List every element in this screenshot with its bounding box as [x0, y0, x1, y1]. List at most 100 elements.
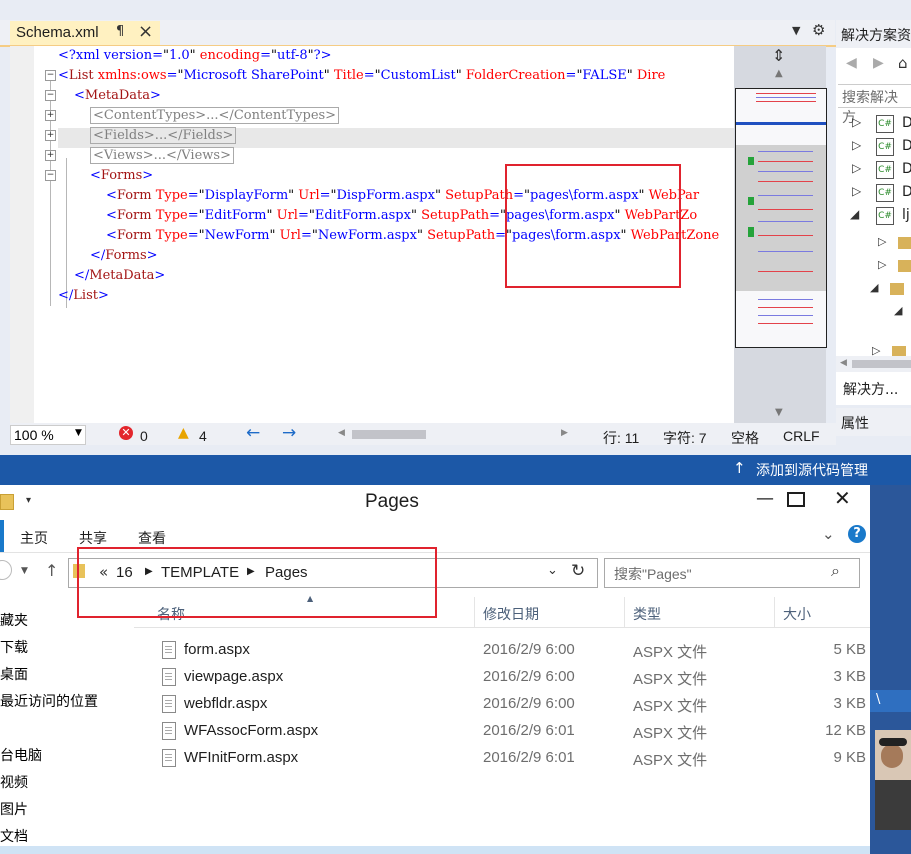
code-line: <MetaData>: [74, 86, 161, 106]
file-icon: [162, 668, 176, 686]
explorer-title-bar: ▾ Pages — ✕: [0, 485, 870, 520]
code-token: FolderCreation: [465, 68, 566, 83]
back-icon[interactable]: ◀: [846, 55, 857, 71]
scroll-right-icon[interactable]: ▶: [561, 428, 568, 438]
recent-dropdown-icon[interactable]: ▼: [21, 566, 28, 576]
source-control-button[interactable]: 添加到源代码管理: [756, 460, 868, 480]
code-token: MetaData: [84, 88, 151, 103]
up-arrow-icon[interactable]: ↑: [45, 561, 58, 580]
expand-icon[interactable]: +: [45, 130, 56, 141]
code-token: FALSE: [582, 68, 627, 83]
expand-icon[interactable]: +: [45, 110, 56, 121]
code-token: DispForm.aspx: [336, 188, 435, 203]
collapsed-region[interactable]: <Views>...</Views>: [90, 147, 234, 164]
scroll-down-icon[interactable]: ▼: [775, 407, 783, 418]
solution-search[interactable]: 搜索解决方: [838, 84, 911, 126]
solution-tab[interactable]: 解决方...: [836, 376, 911, 400]
error-count: 0: [140, 428, 148, 444]
column-type[interactable]: 类型: [633, 604, 661, 624]
nav-item[interactable]: 下载: [0, 637, 28, 657]
file-row[interactable]: WFAssocForm.aspx 2016/2/9 6:01 ASPX 文件 12 K…: [134, 718, 870, 745]
file-type: ASPX 文件: [633, 671, 708, 688]
search-input[interactable]: 搜索"Pages" ⌕: [604, 558, 860, 588]
collapsed-region[interactable]: <Fields>...</Fields>: [90, 127, 237, 144]
split-icon[interactable]: ⇕: [772, 46, 785, 65]
nav-item[interactable]: 最近访问的位置: [0, 691, 98, 711]
nav-item[interactable]: 图片: [0, 799, 28, 819]
forward-icon[interactable]: ▶: [873, 55, 884, 71]
nav-item[interactable]: 视频: [0, 772, 28, 792]
file-row[interactable]: viewpage.aspx 2016/2/9 6:00 ASPX 文件 3 KB: [134, 664, 870, 691]
line-ending-indicator[interactable]: CRLF: [783, 428, 820, 444]
scroll-left-icon[interactable]: ◀: [840, 358, 847, 368]
file-row[interactable]: WFInitForm.aspx 2016/2/9 6:01 ASPX 文件 9 KB: [134, 745, 870, 772]
pin-icon[interactable]: ¶: [116, 24, 124, 39]
scroll-up-icon[interactable]: ▲: [775, 68, 783, 79]
ribbon-tab-0[interactable]: 主页: [20, 528, 48, 548]
code-token: List: [68, 68, 98, 83]
map-viewport[interactable]: [735, 88, 827, 348]
quick-access-dropdown-icon[interactable]: ▾: [26, 495, 31, 506]
expand-icon[interactable]: ▷: [852, 161, 861, 175]
code-token: =: [187, 188, 199, 203]
code-token: ": [416, 228, 428, 243]
whitespace-indicator[interactable]: 空格: [731, 428, 759, 448]
refresh-icon[interactable]: ↻: [571, 561, 585, 581]
expand-icon[interactable]: ▷: [852, 115, 861, 129]
file-size: 12 KB: [825, 722, 866, 739]
collapsed-region[interactable]: <ContentTypes>...</ContentTypes>: [90, 107, 340, 124]
nav-item[interactable]: 桌面: [0, 664, 28, 684]
nav-item[interactable]: 藏夹: [0, 610, 28, 630]
file-tab-edge[interactable]: [0, 520, 4, 552]
gear-icon[interactable]: ⚙: [812, 21, 825, 39]
expand-icon[interactable]: ◢: [870, 281, 878, 294]
minimize-button[interactable]: —: [756, 488, 774, 509]
solution-hscroll[interactable]: ◀: [836, 356, 911, 372]
forward-arrow-icon[interactable]: →: [282, 423, 296, 443]
warning-count: 4: [199, 428, 207, 444]
expand-icon[interactable]: ◢: [850, 207, 859, 221]
close-icon[interactable]: ×: [138, 21, 153, 42]
expand-icon[interactable]: ▷: [878, 235, 886, 248]
chevron-down-icon[interactable]: ⌄: [547, 563, 558, 578]
expand-icon[interactable]: ◢: [894, 304, 902, 317]
up-arrow-icon[interactable]: ↑: [733, 459, 746, 477]
maximize-button[interactable]: [787, 492, 805, 507]
column-size[interactable]: 大小: [783, 604, 811, 624]
collapse-icon[interactable]: −: [45, 170, 56, 181]
file-date: 2016/2/9 6:00: [483, 668, 575, 685]
expand-icon[interactable]: ▷: [852, 138, 861, 152]
scroll-left-icon[interactable]: ◀: [338, 428, 345, 438]
ribbon-tab-2[interactable]: 查看: [138, 528, 166, 548]
error-icon[interactable]: ✕: [119, 426, 133, 440]
horizontal-scroll-thumb[interactable]: [352, 430, 426, 439]
ribbon-tab-1[interactable]: 共享: [79, 528, 107, 548]
file-type: ASPX 文件: [633, 644, 708, 661]
column-separator: [774, 597, 775, 627]
column-date[interactable]: 修改日期: [483, 604, 539, 624]
nav-item[interactable]: 台电脑: [0, 745, 42, 765]
chevron-down-icon[interactable]: ⌄: [822, 525, 835, 543]
code-token: NewForm.aspx: [317, 228, 417, 243]
code-token: =: [187, 228, 199, 243]
code-token: ": [455, 68, 466, 83]
help-icon[interactable]: ?: [848, 525, 866, 543]
home-icon[interactable]: ⌂: [898, 54, 908, 72]
collapse-icon[interactable]: −: [45, 90, 56, 101]
zoom-select[interactable]: 100 % ▼: [10, 425, 86, 445]
nav-item[interactable]: 文档: [0, 826, 28, 846]
expand-icon[interactable]: ▷: [852, 184, 861, 198]
file-row[interactable]: webfldr.aspx 2016/2/9 6:00 ASPX 文件 3 KB: [134, 691, 870, 718]
code-token: ": [266, 208, 277, 223]
expand-icon[interactable]: +: [45, 150, 56, 161]
file-row[interactable]: form.aspx 2016/2/9 6:00 ASPX 文件 5 KB: [134, 637, 870, 664]
warning-icon[interactable]: ▲: [178, 425, 189, 441]
scroll-thumb[interactable]: [852, 360, 911, 368]
close-button[interactable]: ✕: [834, 486, 851, 510]
collapse-icon[interactable]: −: [45, 70, 56, 81]
search-icon[interactable]: ⌕: [831, 561, 840, 581]
back-arrow-icon[interactable]: ←: [246, 423, 260, 443]
tab-schema-xml[interactable]: Schema.xml ¶ ×: [10, 21, 160, 47]
expand-icon[interactable]: ▷: [878, 258, 886, 271]
tab-dropdown-icon[interactable]: ▼: [792, 24, 800, 37]
